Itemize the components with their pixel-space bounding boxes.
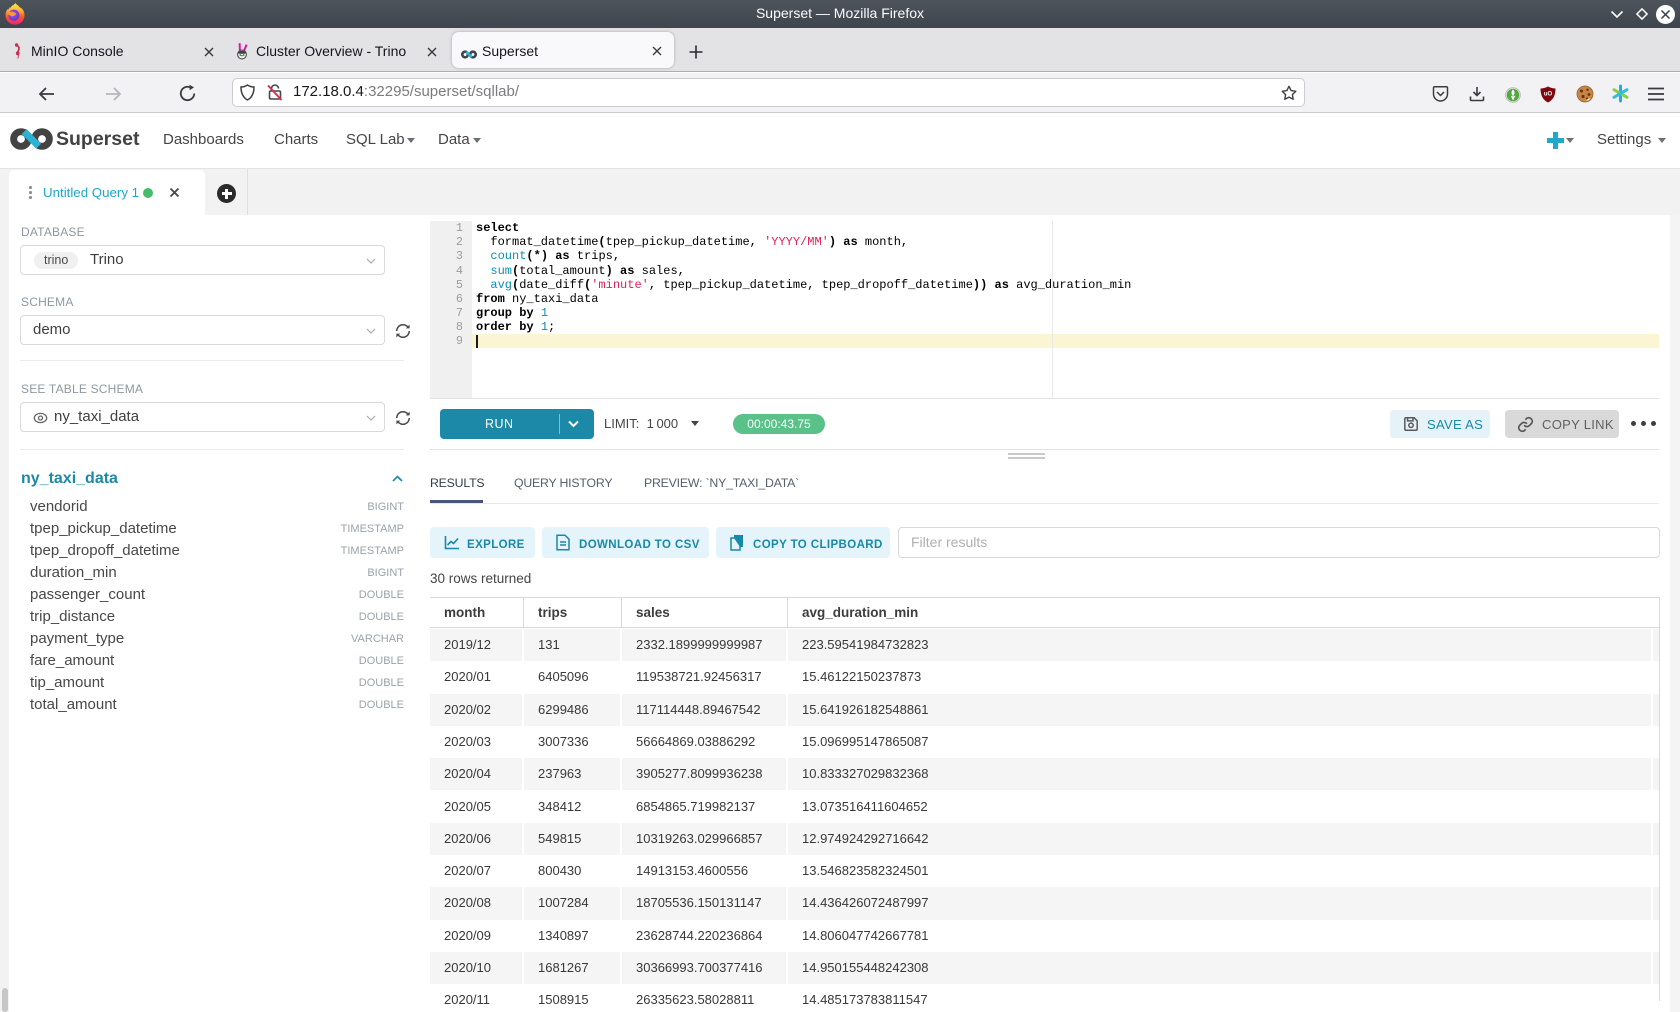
- svg-text:uO: uO: [1544, 92, 1553, 98]
